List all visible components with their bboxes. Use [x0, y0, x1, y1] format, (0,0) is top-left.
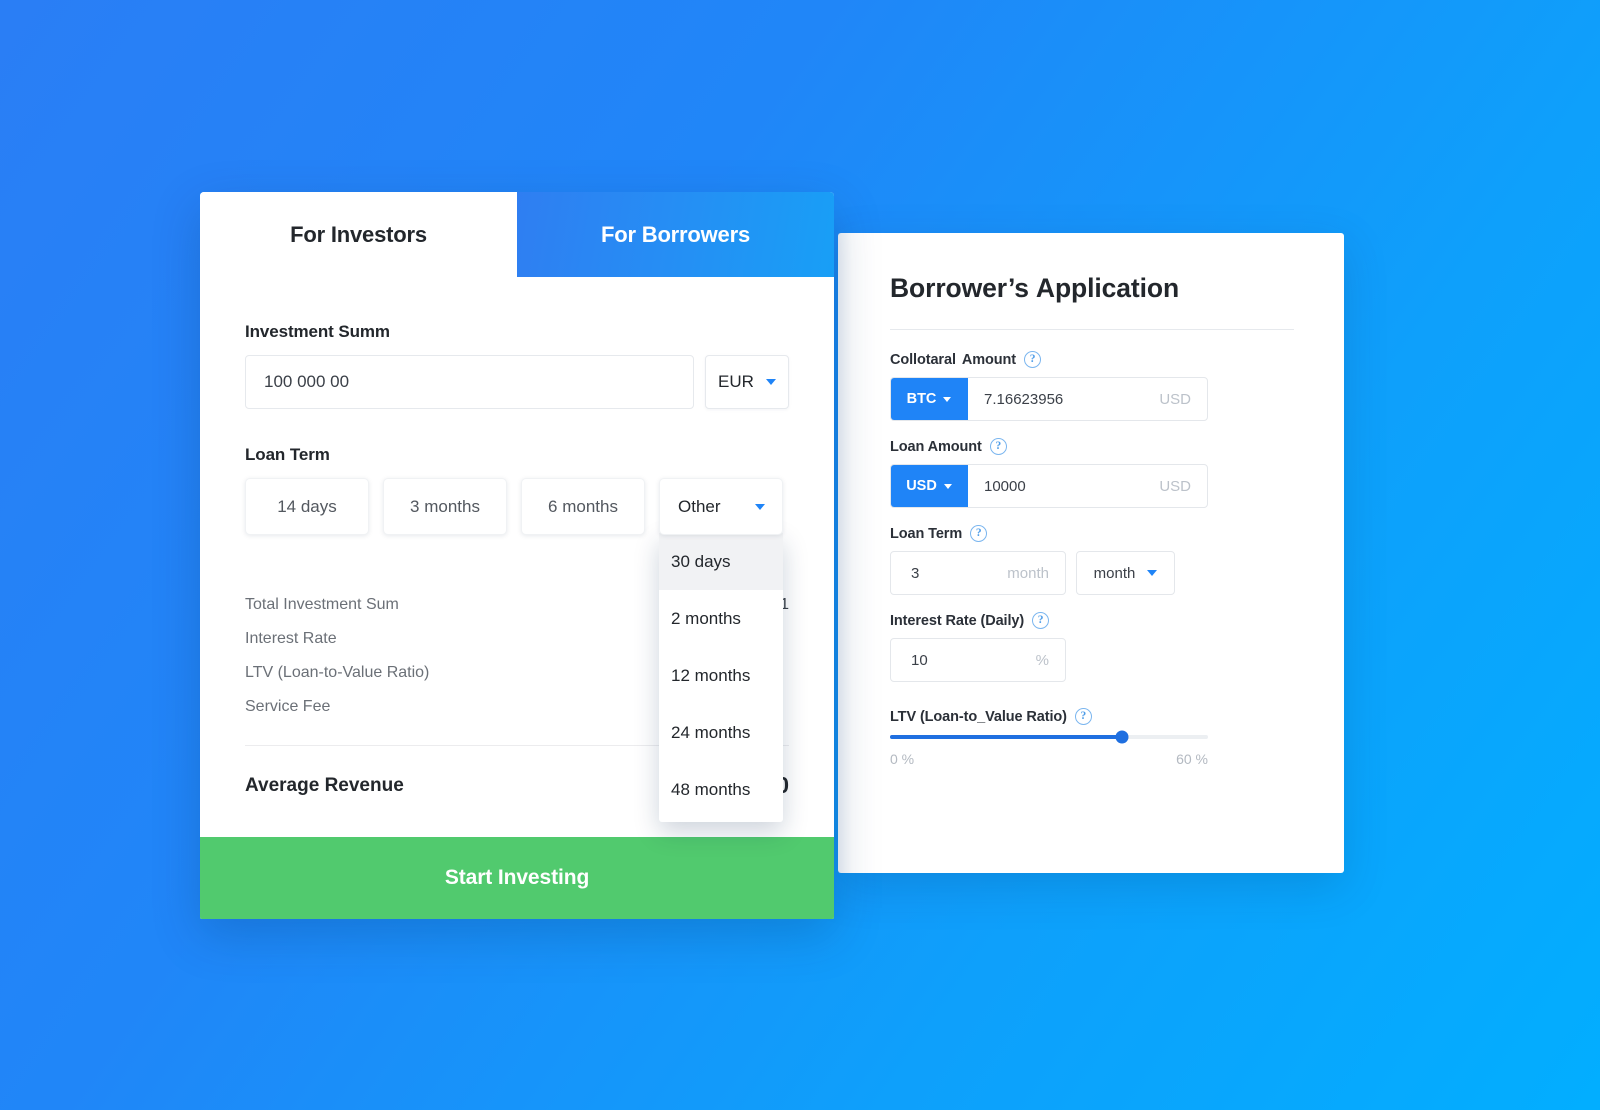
panel-tabs: For Investors For Borrowers [200, 192, 834, 277]
loan-term-other-dropdown: Other 30 days 2 months 12 months 24 mont… [659, 478, 783, 822]
borrower-panel-title: Borrower’s Application [890, 273, 1294, 304]
loan-term-dropdown-menu: 30 days 2 months 12 months 24 months 48 … [659, 533, 783, 822]
chevron-down-icon [765, 379, 776, 385]
help-icon[interactable]: ? [1032, 612, 1050, 629]
collateral-amount-field: Collotaral Amount ? BTC 7.16623956 USD [890, 351, 1294, 421]
loan-term-preset-14-days[interactable]: 14 days [245, 478, 369, 535]
collateral-input-group: BTC 7.16623956 USD [890, 377, 1208, 421]
collateral-currency-label: BTC [906, 391, 937, 407]
ltv-slider-label-text: LTV (Loan-to_Value Ratio) [890, 708, 1067, 725]
investment-currency-label: EUR [718, 372, 754, 391]
loan-amount-input[interactable]: 10000 [968, 465, 1159, 507]
borrower-title-divider [890, 329, 1294, 330]
loan-term-preset-3-months[interactable]: 3 months [383, 478, 507, 535]
average-revenue-label: Average Revenue [245, 774, 404, 796]
loan-term-other-label: Other [678, 496, 721, 516]
borrower-title-part2: Application [1035, 273, 1180, 303]
tab-for-investors[interactable]: For Investors [200, 192, 517, 277]
tab-for-borrowers-label: For Borrowers [601, 221, 750, 247]
borrower-loan-term-unit-label: month [1093, 564, 1136, 582]
ltv-slider-min-label: 0 % [890, 751, 915, 767]
borrower-loan-term-field: Loan Term ? 3 month month [890, 525, 1294, 595]
investment-amount-row: 100 000 00 EUR [245, 355, 789, 409]
collateral-amount-input[interactable]: 7.16623956 [968, 378, 1159, 420]
investor-calculator-card: For Investors For Borrowers Investment S… [200, 192, 834, 919]
chevron-down-icon [1147, 570, 1158, 576]
ltv-slider-max-label: 60 % [1176, 751, 1208, 767]
collateral-label-part1: Collotaral [890, 351, 956, 368]
loan-amount-label: Loan Amount ? [890, 438, 1294, 455]
interest-rate-field: Interest Rate (Daily) ? 10 % [890, 612, 1294, 682]
start-investing-button[interactable]: Start Investing [200, 837, 834, 919]
chevron-down-icon [943, 483, 952, 489]
borrower-loan-term-row: 3 month month [890, 551, 1294, 595]
chevron-down-icon [943, 396, 952, 402]
collateral-amount-label: Collotaral Amount ? [890, 351, 1294, 368]
loan-amount-suffix: USD [1159, 477, 1191, 495]
interest-rate-value: 10 [911, 651, 928, 669]
dropdown-option-12-months[interactable]: 12 months [659, 647, 783, 704]
help-icon[interactable]: ? [970, 525, 988, 542]
borrower-loan-term-label-text: Loan Term [890, 525, 963, 542]
investor-loan-term-label: Loan Term [245, 445, 330, 464]
borrower-loan-term-unit-select[interactable]: month [1076, 551, 1175, 595]
loan-amount-input-group: USD 10000 USD [890, 464, 1208, 508]
ltv-slider-fill [890, 735, 1123, 739]
dropdown-option-48-months[interactable]: 48 months [659, 761, 783, 818]
help-icon[interactable]: ? [1074, 708, 1092, 725]
app-stage: Borrower’s Application Collotaral Amount ?… [0, 0, 1600, 1110]
summary-label-ltv: LTV (Loan-to-Value Ratio) [245, 664, 430, 681]
tab-for-borrowers[interactable]: For Borrowers [517, 192, 834, 277]
interest-rate-suffix: % [1035, 651, 1049, 669]
interest-rate-input[interactable]: 10 % [890, 638, 1066, 682]
interest-rate-label-text: Interest Rate (Daily) [890, 612, 1025, 629]
collateral-label-part2: Amount [961, 351, 1017, 368]
loan-amount-field: Loan Amount ? USD 10000 USD [890, 438, 1294, 508]
investor-card-body: Investment Summ 100 000 00 EUR Loan Term… [200, 277, 834, 837]
ltv-slider-thumb[interactable] [1115, 730, 1129, 744]
borrower-loan-term-unit-hint: month [1007, 564, 1049, 582]
borrower-loan-term-input[interactable]: 3 month [890, 551, 1066, 595]
collateral-amount-suffix: USD [1159, 390, 1191, 408]
investment-amount-input[interactable]: 100 000 00 [245, 355, 694, 409]
loan-amount-currency-label: USD [906, 478, 937, 494]
dropdown-option-2-months[interactable]: 2 months [659, 590, 783, 647]
loan-term-preset-6-months[interactable]: 6 months [521, 478, 645, 535]
interest-rate-label: Interest Rate (Daily) ? [890, 612, 1294, 629]
ltv-slider-field: LTV (Loan-to_Value Ratio) ? 0 % 60 % [890, 708, 1294, 767]
borrower-application-card: Borrower’s Application Collotaral Amount ?… [838, 233, 1344, 873]
summary-label-total-investment-sum: Total Investment Sum [245, 596, 399, 613]
loan-term-options: 14 days 3 months 6 months Other 30 days … [245, 478, 789, 822]
collateral-currency-select[interactable]: BTC [891, 378, 968, 420]
ltv-slider-wrap: 0 % 60 % [890, 730, 1294, 767]
tab-for-investors-label: For Investors [290, 221, 427, 247]
summary-label-service-fee: Service Fee [245, 698, 331, 715]
chevron-down-icon [755, 503, 765, 510]
ltv-slider-labels: 0 % 60 % [890, 751, 1208, 767]
ltv-slider-track[interactable] [890, 730, 1208, 744]
dropdown-option-24-months[interactable]: 24 months [659, 704, 783, 761]
ltv-slider-label: LTV (Loan-to_Value Ratio) ? [890, 708, 1294, 725]
loan-amount-currency-select[interactable]: USD [891, 465, 968, 507]
borrower-loan-term-value: 3 [911, 564, 920, 582]
help-icon[interactable]: ? [1024, 351, 1042, 368]
summary-label-interest-rate: Interest Rate [245, 630, 337, 647]
dropdown-option-30-days[interactable]: 30 days [659, 533, 783, 590]
investment-summ-label: Investment Summ [245, 322, 390, 341]
start-investing-label: Start Investing [444, 866, 590, 889]
help-icon[interactable]: ? [989, 438, 1007, 455]
borrower-loan-term-label: Loan Term ? [890, 525, 1294, 542]
investment-currency-select[interactable]: EUR [705, 355, 789, 409]
borrower-title-part1: Borrower’s [890, 273, 1029, 303]
loan-amount-label-text: Loan Amount [890, 438, 982, 455]
loan-term-other-trigger[interactable]: Other [659, 478, 783, 535]
